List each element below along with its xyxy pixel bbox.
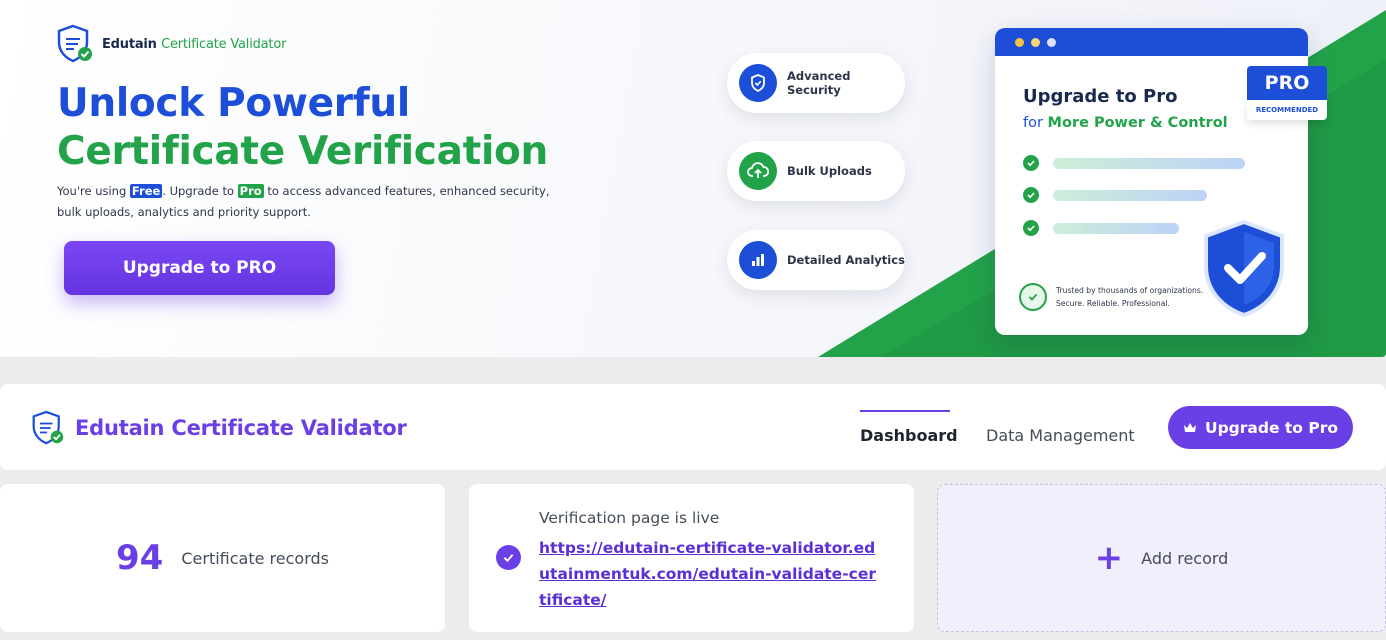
pro-recommended-ribbon: PRO RECOMMENDED: [1247, 66, 1327, 120]
app-header: Edutain Certificate Validator Dashboard …: [0, 384, 1386, 470]
tab-data-management[interactable]: Data Management: [986, 410, 1146, 470]
app-title: Edutain Certificate Validator: [75, 416, 407, 440]
feature-placeholder-row: [1023, 187, 1207, 203]
feature-bulk-uploads: Bulk Uploads: [727, 141, 905, 201]
pro-card-subtitle: for More Power & Control: [1023, 115, 1228, 131]
verification-status-card: Verification page is live https://edutai…: [469, 484, 914, 632]
upgrade-to-pro-hero-button[interactable]: Upgrade to PRO: [64, 241, 335, 295]
free-tag: Free: [129, 184, 163, 198]
large-shield-check-icon: [1204, 219, 1284, 318]
app-brand: Edutain Certificate Validator: [31, 410, 407, 446]
shield-icon: [739, 64, 777, 102]
window-dot-icon: [1047, 37, 1056, 47]
certificate-count: 94: [116, 538, 164, 578]
hero-title: Unlock Powerful Certificate Verification: [57, 80, 548, 176]
add-record-button[interactable]: + Add record: [937, 484, 1386, 632]
feature-detailed-analytics: Detailed Analytics: [727, 230, 905, 290]
crown-icon: [1184, 422, 1196, 432]
cloud-upload-icon: [739, 152, 777, 190]
tab-dashboard[interactable]: Dashboard: [860, 410, 958, 470]
verification-status-text: Verification page is live: [539, 509, 720, 527]
check-icon: [1023, 187, 1039, 203]
check-icon: [1023, 220, 1039, 236]
check-circle-icon: [496, 545, 521, 570]
pro-card-title: Upgrade to Pro: [1023, 86, 1178, 107]
add-record-label: Add record: [1141, 548, 1229, 568]
hero-logo-name: Edutain: [102, 36, 157, 52]
check-icon: [1023, 155, 1039, 171]
pro-tag: Pro: [237, 184, 264, 198]
shield-check-icon: [1019, 283, 1047, 311]
hero-title-line1: Unlock Powerful: [57, 81, 410, 126]
certificate-shield-icon: [57, 24, 92, 63]
bar-chart-icon: [739, 241, 777, 279]
hero-logo-suffix: Certificate Validator: [161, 36, 287, 52]
feature-placeholder-row: [1023, 220, 1179, 236]
verification-page-link[interactable]: https://edutain-certificate-validator.ed…: [539, 535, 879, 613]
upgrade-banner: Edutain Certificate Validator Unlock Pow…: [0, 0, 1386, 357]
upgrade-to-pro-button[interactable]: Upgrade to Pro: [1168, 406, 1353, 449]
certificate-shield-icon: [32, 410, 64, 445]
window-titlebar: [995, 28, 1308, 56]
feature-advanced-security: Advanced Security: [727, 53, 905, 113]
trust-badge: Trusted by thousands of organizations. S…: [1019, 283, 1203, 311]
certificate-count-card: 94 Certificate records: [0, 484, 445, 632]
window-dot-icon: [1015, 37, 1024, 47]
feature-placeholder-row: [1023, 155, 1245, 171]
hero-logo: Edutain Certificate Validator: [56, 24, 286, 64]
certificate-count-label: Certificate records: [181, 548, 329, 568]
hero-title-line2: Certificate Verification: [57, 129, 549, 174]
hero-description: You're using Free. Upgrade to Pro to acc…: [57, 184, 550, 219]
plus-icon: +: [1094, 538, 1124, 578]
window-dot-icon: [1031, 37, 1040, 47]
